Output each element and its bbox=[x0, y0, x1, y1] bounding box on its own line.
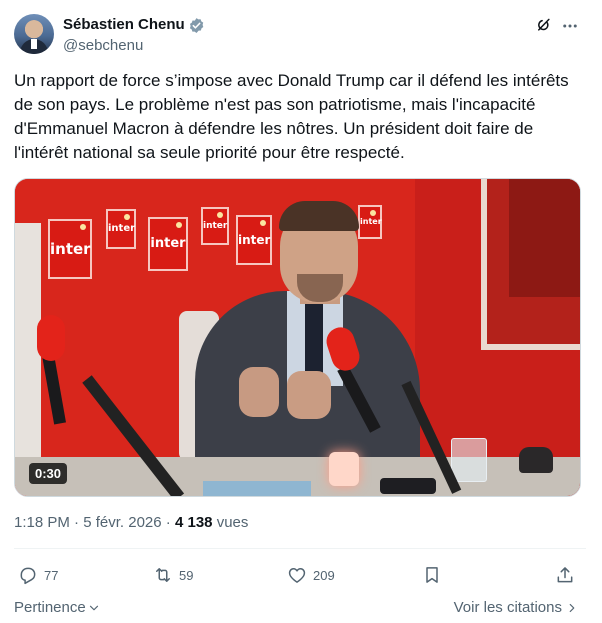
water-glass bbox=[451, 438, 487, 482]
chevron-right-icon bbox=[569, 603, 575, 613]
bookmark-button[interactable] bbox=[422, 563, 442, 587]
cup bbox=[519, 447, 553, 473]
reply-count: 77 bbox=[44, 567, 59, 583]
share-icon bbox=[557, 567, 573, 583]
post-date[interactable]: 5 févr. 2026 bbox=[83, 514, 161, 531]
speaker-hand-left bbox=[239, 367, 279, 417]
station-logo: inter bbox=[48, 219, 92, 279]
video-player[interactable]: inter inter inter inter inter inter 0:30 bbox=[14, 178, 581, 497]
share-button[interactable] bbox=[555, 563, 575, 587]
speaker-tie bbox=[305, 297, 323, 377]
post-time[interactable]: 1:18 PM bbox=[14, 514, 70, 531]
views-label: vues bbox=[216, 514, 249, 531]
verified-badge-icon bbox=[189, 18, 204, 33]
tweet: Sébastien Chenu @sebchenu Un rapport de … bbox=[0, 0, 602, 623]
like-count: 209 bbox=[313, 567, 335, 583]
divider bbox=[14, 548, 586, 549]
speaker-hair bbox=[279, 201, 359, 231]
studio-panel bbox=[481, 179, 580, 350]
speaker-hand-right bbox=[287, 371, 331, 419]
like-icon bbox=[288, 568, 306, 583]
papers bbox=[203, 481, 311, 496]
bookmark-icon bbox=[426, 567, 438, 583]
repost-icon bbox=[156, 568, 170, 582]
reply-icon bbox=[20, 567, 36, 585]
chevron-down-icon bbox=[89, 605, 98, 611]
tweet-meta: 1:18 PM · 5 févr. 2026 · 4 138 vues bbox=[14, 513, 248, 533]
phone bbox=[380, 478, 436, 494]
video-duration-badge: 0:30 bbox=[29, 463, 68, 484]
view-quotes-label: Voir les citations bbox=[453, 599, 562, 616]
station-logo: inter bbox=[201, 207, 229, 245]
station-logo: inter bbox=[236, 215, 272, 265]
more-icon[interactable] bbox=[561, 17, 579, 35]
reply-button[interactable]: 77 bbox=[18, 563, 58, 587]
repost-button[interactable]: 59 bbox=[153, 563, 193, 587]
sort-replies-dropdown[interactable]: Pertinence bbox=[14, 598, 100, 618]
station-logo: inter bbox=[148, 217, 188, 271]
like-button[interactable]: 209 bbox=[287, 563, 335, 587]
station-logo: inter bbox=[106, 209, 136, 249]
studio-pillar bbox=[15, 223, 41, 496]
author-name[interactable]: Sébastien Chenu bbox=[63, 15, 185, 35]
sort-label: Pertinence bbox=[14, 599, 86, 616]
views-count: 4 138 bbox=[174, 514, 213, 531]
author-handle[interactable]: @sebchenu bbox=[63, 37, 143, 55]
avatar-collar bbox=[31, 39, 37, 49]
station-logo: inter bbox=[358, 205, 382, 239]
tweet-text: Un rapport de force s’impose avec Donald… bbox=[14, 71, 569, 162]
meta-separator: · bbox=[165, 514, 171, 531]
avatar[interactable] bbox=[14, 14, 54, 54]
repost-count: 59 bbox=[179, 567, 194, 583]
meta-separator: · bbox=[74, 514, 80, 531]
microphone-left bbox=[37, 315, 65, 361]
grok-icon[interactable] bbox=[535, 16, 553, 34]
on-air-lamp bbox=[329, 452, 359, 486]
view-quotes-link[interactable]: Voir les citations bbox=[454, 598, 578, 618]
